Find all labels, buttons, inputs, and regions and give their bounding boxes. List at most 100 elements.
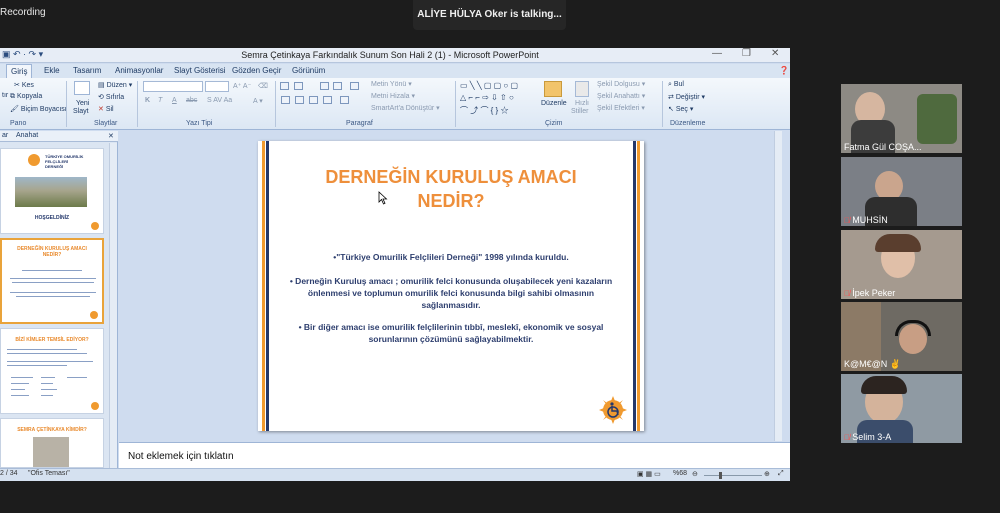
thumbnail-text-line	[11, 389, 25, 390]
tab-slides[interactable]: ar	[2, 132, 8, 139]
line-spacing-icon[interactable]	[350, 82, 359, 90]
increase-indent-icon[interactable]	[333, 82, 342, 90]
shapes-gallery-row3[interactable]: ⌒ ⤴ ⌒ { } ☆	[460, 105, 508, 116]
zoom-level: %68	[673, 470, 688, 477]
fit-window-button[interactable]: ⤢	[778, 470, 784, 478]
current-slide[interactable]: DERNEĞİN KURULUŞ AMACI NEDİR? •"Türkiye …	[258, 141, 644, 431]
text-direction-button[interactable]: Metin Yönü ▾	[371, 80, 412, 88]
slide-bullet-2-line1: • Derneğin Kuruluş amacı ; omurilik felc…	[289, 276, 613, 286]
char-spacing-button[interactable]: S AV Aa	[207, 97, 232, 104]
slide-thumbnail-4[interactable]: SEMRA ÇETİNKAYA KİMDİR?	[0, 418, 104, 468]
quick-styles-icon	[575, 81, 589, 97]
tab-gozden-gecir[interactable]: Gözden Geçir	[232, 66, 281, 75]
close-panel-icon[interactable]: ✕	[108, 132, 114, 140]
thumbnail-text-line	[10, 292, 96, 293]
panel-scrollbar[interactable]	[109, 143, 117, 469]
justify-icon[interactable]	[323, 96, 332, 104]
close-button[interactable]: ✕	[771, 48, 779, 59]
columns-icon[interactable]	[340, 96, 349, 104]
participant-tile-3[interactable]: 🎙̸ İpek Peker	[841, 230, 962, 299]
quick-styles-button[interactable]: Hızlı	[575, 100, 589, 107]
quick-styles-button-line2[interactable]: Stiller	[571, 108, 589, 115]
view-buttons[interactable]: ▣ ▦ ▭	[637, 470, 661, 478]
font-name-field[interactable]	[143, 81, 203, 92]
tab-tasarim[interactable]: Tasarım	[73, 66, 101, 75]
notes-pane[interactable]: Not eklemek için tıklatın	[119, 442, 790, 471]
align-left-icon[interactable]	[281, 96, 290, 104]
slide-bullet-1[interactable]: •"Türkiye Omurilik Felçlileri Derneği" 1…	[282, 251, 620, 263]
new-slide-button-line2[interactable]: Slayt	[73, 108, 89, 115]
align-center-icon[interactable]	[295, 96, 304, 104]
copy-button[interactable]: ⧉ Kopyala	[10, 93, 42, 101]
thumbnail-text-line	[11, 395, 29, 396]
slide-stripe	[266, 141, 269, 431]
participant-tile-1[interactable]: Fatma Gül COŞA...	[841, 84, 962, 153]
smartart-button[interactable]: SmartArt'a Dönüştür ▾	[371, 104, 440, 112]
wheelchair-logo-icon	[91, 402, 99, 410]
zoom-out-button[interactable]: ⊖	[692, 470, 698, 478]
format-painter-button[interactable]: 🖌 Biçim Boyacısı	[10, 105, 67, 113]
select-button[interactable]: ↖ Seç ▾	[668, 105, 693, 113]
font-color-button[interactable]: A ▾	[253, 97, 263, 105]
slide-thumbnail-title: HOŞGELDİNİZ	[34, 215, 70, 221]
align-right-icon[interactable]	[309, 96, 318, 104]
slide-scrollbar[interactable]	[774, 131, 782, 441]
tab-slayt-gosterisi[interactable]: Slayt Gösterisi	[174, 66, 226, 75]
tab-animasyonlar[interactable]: Animasyonlar	[115, 66, 163, 75]
tab-ekle[interactable]: Ekle	[44, 66, 60, 75]
thumbnail-text-line	[11, 377, 33, 378]
bold-button[interactable]: K	[145, 97, 150, 104]
decrease-indent-icon[interactable]	[320, 82, 329, 90]
group-separator	[455, 81, 456, 127]
participant-name-row: 🎙̸ İpek Peker	[844, 288, 895, 298]
font-size-field[interactable]	[205, 81, 229, 92]
help-icon[interactable]: ❓	[779, 66, 789, 75]
slide-bullet-3-line2: sorunlarının çözümünü sağlayabilmektir.	[368, 334, 534, 344]
find-button[interactable]: ⌕ Bul	[668, 81, 684, 89]
slide-thumbnail-2[interactable]: DERNEĞİN KURULUŞ AMACI NEDİR?	[0, 238, 104, 324]
participant-tile-5[interactable]: 🎙̸ Selim 3-A	[841, 374, 962, 443]
participant-tile-2[interactable]: 🎙̸ MUHSİN	[841, 157, 962, 226]
layout-button[interactable]: ▤ Düzen ▾	[98, 81, 132, 89]
italic-button[interactable]: T	[158, 97, 162, 104]
reset-button[interactable]: ⟲ Sıfırla	[98, 93, 124, 101]
shape-fill-button[interactable]: Şekil Dolgusu ▾	[597, 80, 645, 88]
slide-thumbnail-1[interactable]: TÜRKİYE OMURİLİK FELÇLİLERİ DERNEĞİ HOŞG…	[0, 148, 104, 234]
slide-thumbnail-3[interactable]: BİZİ KİMLER TEMSİL EDİYOR?	[0, 328, 104, 414]
cut-button[interactable]: ✂ Kes	[14, 81, 34, 89]
numbering-icon[interactable]	[294, 82, 303, 90]
participant-tile-4[interactable]: K@M€@N ✌️	[841, 302, 962, 371]
shape-outline-label: Şekil Anahattı	[597, 93, 640, 100]
minimize-button[interactable]: —	[712, 48, 722, 59]
tab-outline[interactable]: Anahat	[16, 132, 38, 139]
slide-title[interactable]: DERNEĞİN KURULUŞ AMACI NEDİR?	[278, 165, 624, 213]
hair	[875, 234, 921, 252]
strikethrough-button[interactable]: abc	[186, 97, 197, 104]
quick-access-toolbar[interactable]: ▣ ↶ · ↷ ▾	[2, 49, 43, 60]
tab-gorunum[interactable]: Görünüm	[292, 66, 325, 75]
group-separator	[662, 81, 663, 127]
slide-bullet-3[interactable]: • Bir diğer amacı ise omurilik felçliler…	[282, 321, 620, 345]
new-slide-button[interactable]: Yeni	[76, 100, 89, 107]
group-label-pano: Pano	[10, 120, 27, 127]
grow-font-button[interactable]: A⁺ A⁻	[233, 82, 251, 90]
shapes-gallery[interactable]: ▭ ╲ ╲ ▢ ▢ ○ ▢	[460, 81, 518, 90]
group-label-cizim: Çizim	[545, 120, 563, 127]
delete-slide-button[interactable]: ✕ Sil	[98, 105, 114, 113]
shapes-gallery-row2[interactable]: △ ⌐ ⌐ ⇨ ⇩ ⇧ ○	[460, 93, 514, 102]
tab-giris[interactable]: Giriş	[6, 64, 33, 78]
maximize-button[interactable]: ❐	[742, 48, 751, 59]
paste-button[interactable]: tır	[2, 92, 8, 99]
zoom-in-button[interactable]: ⊕	[764, 470, 770, 478]
clear-format-icon[interactable]: ⌫	[258, 82, 268, 90]
replace-button[interactable]: ⇄ Değiştir ▾	[668, 93, 705, 101]
zoom-slider[interactable]	[704, 475, 762, 476]
bullets-icon[interactable]	[280, 82, 289, 90]
align-text-button[interactable]: Metni Hizala ▾	[371, 92, 415, 100]
underline-button[interactable]: A	[172, 97, 177, 104]
zoom-slider-handle[interactable]	[719, 472, 722, 479]
arrange-button[interactable]: Düzenle	[541, 100, 567, 107]
shape-effects-button[interactable]: Şekil Efektleri ▾	[597, 104, 645, 112]
shape-outline-button[interactable]: Şekil Anahattı ▾	[597, 92, 645, 100]
slide-bullet-2[interactable]: • Derneğin Kuruluş amacı ; omurilik felc…	[282, 275, 620, 311]
